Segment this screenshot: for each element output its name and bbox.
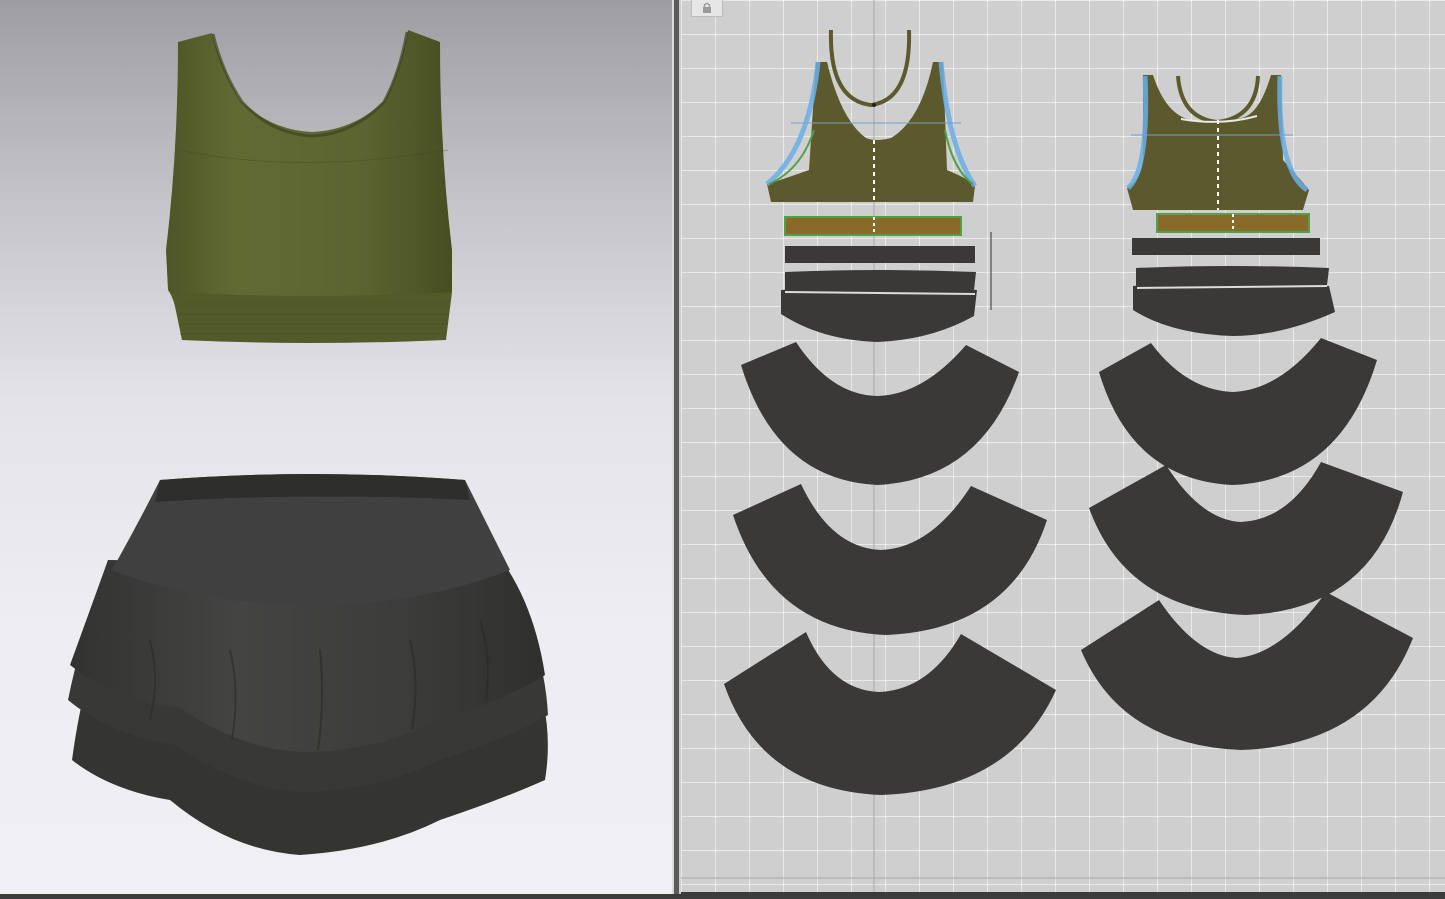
2d-pattern-viewport[interactable] (681, 0, 1445, 892)
front-skirt-pattern[interactable] (724, 232, 1056, 795)
ruffle-skirt-3d[interactable] (68, 474, 548, 855)
3d-viewport[interactable] (0, 0, 672, 894)
view-splitter[interactable] (672, 0, 681, 899)
back-bra-pattern[interactable] (1126, 75, 1310, 233)
back-skirt-pattern[interactable] (1081, 238, 1413, 750)
sports-bra-3d[interactable] (166, 30, 452, 343)
status-strip (0, 894, 1445, 899)
front-bra-pattern[interactable] (765, 29, 978, 236)
